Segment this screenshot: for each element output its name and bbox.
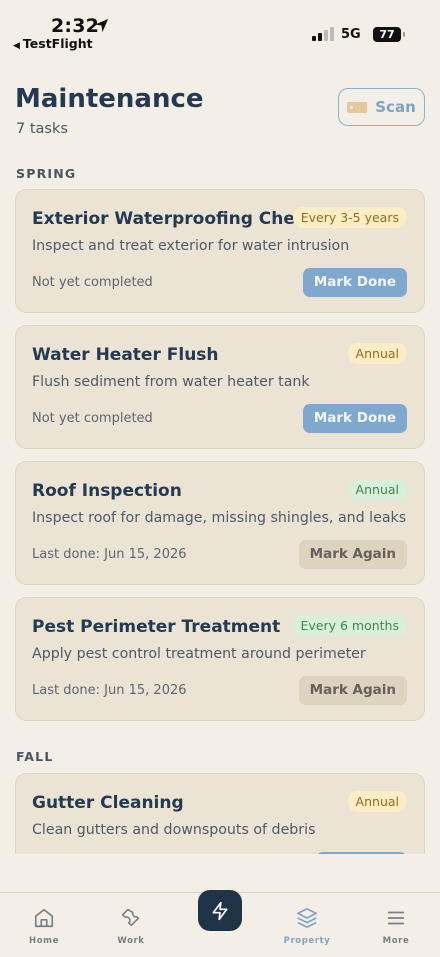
menu-icon [387,911,405,925]
battery-icon: 77 [373,27,405,42]
lightning-icon [212,901,228,920]
quick-action-button[interactable] [198,890,242,931]
tab-more[interactable]: More [361,907,431,946]
task-card[interactable]: Roof Inspection Annual Inspect roof for … [15,461,425,585]
scan-button[interactable]: Scan [338,88,425,126]
task-title: Water Heater Flush [32,345,219,365]
status-time: 2:32 [51,15,100,37]
scroll-clip: Gutter Cleaning Annual Clean gutters and… [0,760,440,854]
tab-home[interactable]: Home [9,907,79,946]
wrench-icon [121,908,140,927]
task-status: Last done: Jun 15, 2026 [32,547,187,562]
mark-done-button[interactable] [316,852,407,854]
task-description: Apply pest control treatment around peri… [32,646,366,662]
tab-label: Home [29,936,59,946]
task-card[interactable]: Pest Perimeter Treatment Every 6 months … [15,597,425,721]
tab-work[interactable]: Work [96,907,166,946]
task-title: Gutter Cleaning [32,793,184,813]
frequency-badge: Annual [347,343,407,364]
page-title: Maintenance [15,84,204,114]
back-triangle-icon: ◀ [13,41,20,51]
mark-again-button[interactable]: Mark Again [298,676,407,705]
task-description: Inspect roof for damage, missing shingle… [32,510,407,526]
tab-property[interactable]: Property [272,907,342,946]
task-description: Flush sediment from water heater tank [32,374,310,390]
network-type: 5G [341,27,361,42]
task-status: Not yet completed [32,411,153,426]
tab-label: Property [283,936,331,946]
task-count: 7 tasks [16,121,68,137]
back-to-app-link[interactable]: ◀ TestFlight [13,36,93,51]
frequency-badge: Annual [347,791,407,812]
task-description: Clean gutters and downspouts of debris [32,822,316,838]
section-label-spring: SPRING [16,166,77,181]
mark-again-button[interactable]: Mark Again [298,540,407,569]
task-description: Inspect and treat exterior for water int… [32,238,350,254]
cellular-signal-icon [312,27,334,41]
frequency-badge: Every 6 months [292,615,407,636]
scan-label: Scan [375,98,416,116]
location-arrow-icon [94,18,109,33]
home-icon [34,908,54,928]
frequency-badge: Every 3-5 years [292,207,407,228]
tab-label: Work [117,936,145,946]
tab-label: More [382,936,410,946]
task-card[interactable]: Gutter Cleaning Annual Clean gutters and… [15,773,425,854]
task-status: Last done: Jun 15, 2026 [32,683,187,698]
task-card[interactable]: Exterior Waterproofing Check Every 3-5 y… [15,189,425,313]
task-title: Pest Perimeter Treatment [32,617,281,637]
task-card[interactable]: Water Heater Flush Annual Flush sediment… [15,325,425,449]
mark-done-button[interactable]: Mark Done [302,404,407,433]
task-title: Exterior Waterproofing Check [32,209,317,229]
layers-icon [297,908,317,928]
frequency-badge: Annual [347,479,407,500]
task-status: Not yet completed [32,275,153,290]
back-app-label: TestFlight [22,36,93,51]
tag-icon [347,101,368,113]
status-bar: 2:32 ◀ TestFlight 5G 77 [0,0,440,58]
mark-done-button[interactable]: Mark Done [302,268,407,297]
task-title: Roof Inspection [32,481,182,501]
